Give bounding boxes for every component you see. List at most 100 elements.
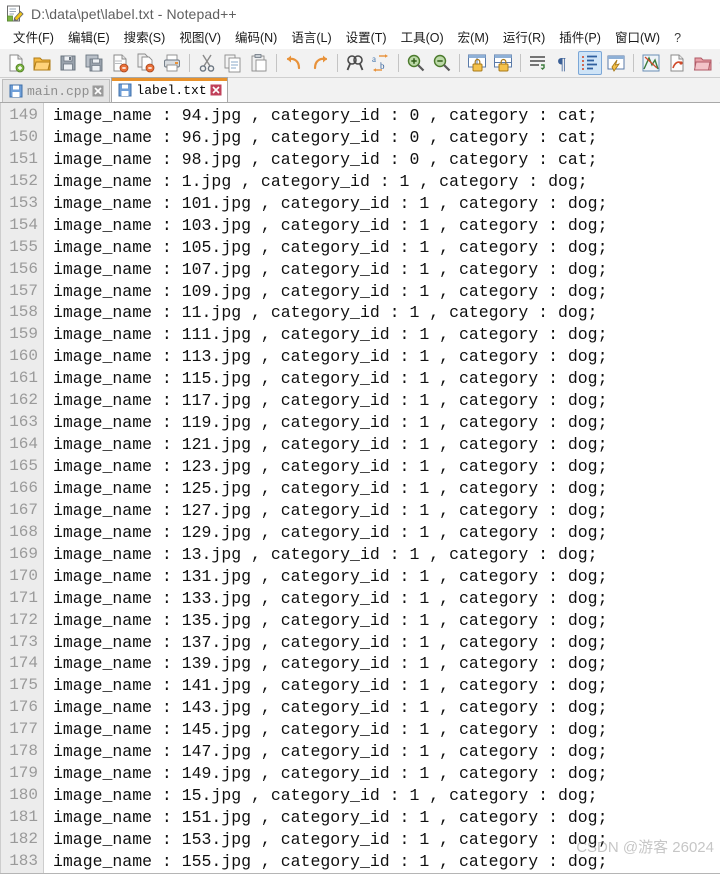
code-line: image_name : 101.jpg , category_id : 1 ,… [53, 193, 608, 213]
show-indent-guide-icon[interactable] [578, 51, 602, 75]
toolbar: a b ¶ [0, 49, 720, 78]
undo-icon[interactable] [282, 51, 306, 75]
show-ui-elements-icon[interactable] [604, 51, 628, 75]
close-file-icon[interactable] [108, 51, 132, 75]
line-number: 174 [9, 654, 38, 673]
line-number: 160 [9, 347, 38, 366]
code-line: image_name : 149.jpg , category_id : 1 ,… [53, 764, 608, 784]
code-line: image_name : 11.jpg , category_id : 1 , … [53, 303, 598, 323]
line-number: 163 [9, 413, 38, 432]
line-number: 159 [9, 325, 38, 344]
paste-icon[interactable] [247, 51, 271, 75]
code-line: image_name : 111.jpg , category_id : 1 ,… [53, 325, 608, 345]
sync-vertical-scroll-icon[interactable] [465, 51, 489, 75]
code-line: image_name : 103.jpg , category_id : 1 ,… [53, 215, 608, 235]
menu-item-help[interactable]: ? [667, 28, 688, 49]
show-wrap-symbol-icon[interactable] [639, 51, 663, 75]
zoom-in-icon[interactable] [404, 51, 428, 75]
toolbar-separator [633, 54, 634, 72]
code-line: image_name : 1.jpg , category_id : 1 , c… [53, 171, 588, 191]
line-number: 167 [9, 500, 38, 519]
word-wrap-icon[interactable] [526, 51, 550, 75]
code-line: image_name : 115.jpg , category_id : 1 ,… [53, 369, 608, 389]
sync-horizontal-scroll-icon[interactable] [491, 51, 515, 75]
menu-item-window[interactable]: 窗口(W) [608, 28, 667, 49]
document-map-icon[interactable] [691, 51, 715, 75]
editor-area[interactable]: 149 150 151 152 153 154 155 156 157 158 … [0, 103, 720, 873]
code-line: image_name : 137.jpg , category_id : 1 ,… [53, 632, 608, 652]
line-number: 166 [9, 478, 38, 497]
code-line: image_name : 13.jpg , category_id : 1 , … [53, 544, 598, 564]
line-number: 179 [9, 764, 38, 783]
line-number: 151 [9, 149, 38, 168]
menu-item-run[interactable]: 运行(R) [496, 28, 552, 49]
menu-item-search[interactable]: 搜索(S) [117, 28, 173, 49]
code-text-area[interactable]: image_name : 94.jpg , category_id : 0 , … [44, 103, 720, 873]
tab-label: main.cpp [27, 83, 90, 99]
menu-item-file[interactable]: 文件(F) [6, 28, 61, 49]
close-icon[interactable] [210, 84, 222, 96]
new-file-icon[interactable] [4, 51, 28, 75]
title-bar: D:\data\pet\label.txt - Notepad++ [0, 0, 720, 28]
code-line: image_name : 131.jpg , category_id : 1 ,… [53, 566, 608, 586]
find-icon[interactable] [343, 51, 367, 75]
line-number: 182 [9, 829, 38, 848]
menu-item-plugins[interactable]: 插件(P) [552, 28, 608, 49]
close-all-files-icon[interactable] [134, 51, 158, 75]
code-line: image_name : 117.jpg , category_id : 1 ,… [53, 391, 608, 411]
tab-main-cpp[interactable]: main.cpp [2, 79, 111, 102]
copy-icon[interactable] [221, 51, 245, 75]
menu-item-macro[interactable]: 宏(M) [451, 28, 496, 49]
code-line: image_name : 96.jpg , category_id : 0 , … [53, 127, 598, 147]
code-line: image_name : 123.jpg , category_id : 1 ,… [53, 457, 608, 476]
code-line: image_name : 129.jpg , category_id : 1 ,… [53, 522, 608, 542]
line-number: 162 [9, 391, 38, 410]
line-number-gutter: 149 150 151 152 153 154 155 156 157 158 … [0, 103, 44, 873]
code-line: image_name : 139.jpg , category_id : 1 ,… [53, 654, 608, 674]
code-line: image_name : 151.jpg , category_id : 1 ,… [53, 808, 608, 827]
line-number: 170 [9, 566, 38, 585]
menu-bar: 文件(F) 编辑(E) 搜索(S) 视图(V) 编码(N) 语言(L) 设置(T… [0, 28, 720, 49]
code-line: image_name : 109.jpg , category_id : 1 ,… [53, 281, 608, 301]
line-number: 168 [9, 522, 38, 541]
close-icon[interactable] [92, 85, 104, 97]
menu-item-view[interactable]: 视图(V) [172, 28, 228, 49]
menu-item-edit[interactable]: 编辑(E) [61, 28, 117, 49]
line-number: 165 [9, 457, 38, 475]
line-number: 158 [9, 303, 38, 322]
save-icon[interactable] [56, 51, 80, 75]
cut-icon[interactable] [195, 51, 219, 75]
line-number: 154 [9, 215, 38, 234]
user-defined-language-icon[interactable] [665, 51, 689, 75]
line-number: 164 [9, 435, 38, 454]
show-all-characters-icon[interactable]: ¶ [552, 51, 576, 75]
code-line: image_name : 105.jpg , category_id : 1 ,… [53, 237, 608, 257]
svg-text:¶: ¶ [558, 54, 566, 73]
code-line: image_name : 94.jpg , category_id : 0 , … [53, 106, 598, 125]
line-number: 172 [9, 610, 38, 629]
zoom-out-icon[interactable] [430, 51, 454, 75]
open-file-icon[interactable] [30, 51, 54, 75]
line-number: 157 [9, 281, 38, 300]
toolbar-separator [276, 54, 277, 72]
print-icon[interactable] [160, 51, 184, 75]
save-blue-icon [9, 84, 23, 98]
menu-item-language[interactable]: 语言(L) [284, 28, 338, 49]
svg-text:a: a [372, 54, 376, 64]
replace-icon[interactable]: a b [369, 51, 393, 75]
menu-item-settings[interactable]: 设置(T) [339, 28, 394, 49]
tab-bar: main.cpp label.txt [0, 77, 720, 103]
toolbar-separator [459, 54, 460, 72]
code-line: image_name : 125.jpg , category_id : 1 ,… [53, 478, 608, 498]
code-line: image_name : 141.jpg , category_id : 1 ,… [53, 676, 608, 696]
line-number: 181 [9, 808, 38, 826]
save-all-icon[interactable] [82, 51, 106, 75]
redo-icon[interactable] [308, 51, 332, 75]
menu-item-tools[interactable]: 工具(O) [394, 28, 451, 49]
tab-label-txt[interactable]: label.txt [111, 77, 228, 102]
menu-item-encoding[interactable]: 编码(N) [228, 28, 284, 49]
line-number: 155 [9, 237, 38, 256]
line-number: 177 [9, 720, 38, 739]
line-number: 153 [9, 193, 38, 212]
line-number: 180 [9, 786, 38, 805]
